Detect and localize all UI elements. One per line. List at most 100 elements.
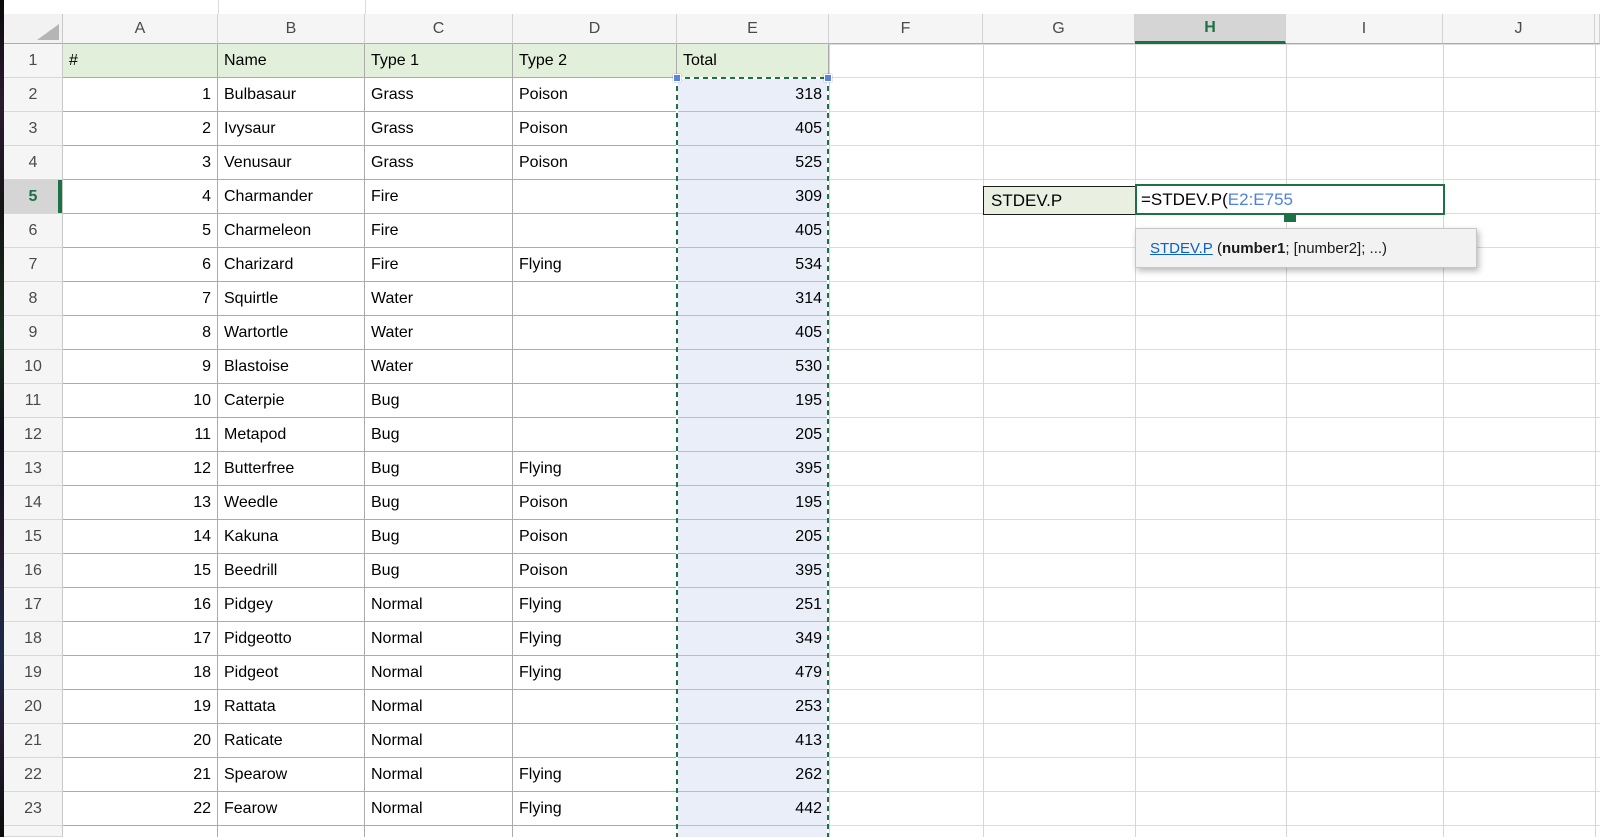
cell-B7[interactable]: Charizard [218, 248, 365, 282]
cell-D22[interactable]: Flying [513, 758, 677, 792]
column-header-D[interactable]: D [513, 14, 677, 44]
column-header-I[interactable]: I [1286, 14, 1443, 44]
function-help-link[interactable]: STDEV.P [1150, 240, 1213, 257]
row-header-6[interactable]: 6 [4, 214, 63, 248]
cell-D9[interactable] [513, 316, 677, 350]
cell-E22[interactable]: 262 [677, 758, 829, 792]
cell-E5[interactable]: 309 [677, 180, 829, 214]
column-header-A[interactable]: A [63, 14, 218, 44]
cell-A23[interactable]: 22 [63, 792, 218, 826]
cell-B18[interactable]: Pidgeotto [218, 622, 365, 656]
header-cell-name[interactable]: Name [218, 44, 365, 78]
row-header-17[interactable]: 17 [4, 588, 63, 622]
row-header-9[interactable]: 9 [4, 316, 63, 350]
cell-E20[interactable]: 253 [677, 690, 829, 724]
cell-C4[interactable]: Grass [365, 146, 513, 180]
cell-D3[interactable]: Poison [513, 112, 677, 146]
cell-C6[interactable]: Fire [365, 214, 513, 248]
cell-C7[interactable]: Fire [365, 248, 513, 282]
cell-C11[interactable]: Bug [365, 384, 513, 418]
cell-C2[interactable]: Grass [365, 78, 513, 112]
row-header-3[interactable]: 3 [4, 112, 63, 146]
cell-B9[interactable]: Wartortle [218, 316, 365, 350]
cell-A9[interactable]: 8 [63, 316, 218, 350]
cell-D6[interactable] [513, 214, 677, 248]
selection-handle-topright[interactable] [824, 74, 832, 82]
cell-D5[interactable] [513, 180, 677, 214]
cell-B4[interactable]: Venusaur [218, 146, 365, 180]
selection-handle-topleft[interactable] [673, 74, 681, 82]
cell-D23[interactable]: Flying [513, 792, 677, 826]
row-header-10[interactable]: 10 [4, 350, 63, 384]
cell-E12[interactable]: 205 [677, 418, 829, 452]
row-header-21[interactable]: 21 [4, 724, 63, 758]
cell-E7[interactable]: 534 [677, 248, 829, 282]
cell-C9[interactable]: Water [365, 316, 513, 350]
header-cell-type-1[interactable]: Type 1 [365, 44, 513, 78]
cell-B16[interactable]: Beedrill [218, 554, 365, 588]
row-header-22[interactable]: 22 [4, 758, 63, 792]
cell-D12[interactable] [513, 418, 677, 452]
cell-D7[interactable]: Flying [513, 248, 677, 282]
cell-B11[interactable]: Caterpie [218, 384, 365, 418]
cell-C13[interactable]: Bug [365, 452, 513, 486]
cell-D13[interactable]: Flying [513, 452, 677, 486]
header-cell-#[interactable]: # [63, 44, 218, 78]
row-header-1[interactable]: 1 [4, 44, 63, 78]
cell-D15[interactable]: Poison [513, 520, 677, 554]
cell-B14[interactable]: Weedle [218, 486, 365, 520]
cell-D11[interactable] [513, 384, 677, 418]
column-header-J[interactable]: J [1443, 14, 1595, 44]
cell-A12[interactable]: 11 [63, 418, 218, 452]
cell-A7[interactable]: 6 [63, 248, 218, 282]
cell-D4[interactable]: Poison [513, 146, 677, 180]
cell-A20[interactable]: 19 [63, 690, 218, 724]
row-header-5[interactable]: 5 [4, 180, 63, 214]
cell-A10[interactable]: 9 [63, 350, 218, 384]
column-header-E[interactable]: E [677, 14, 829, 44]
cell-A2[interactable]: 1 [63, 78, 218, 112]
cell-D21[interactable] [513, 724, 677, 758]
row-header-13[interactable]: 13 [4, 452, 63, 486]
cell-E19[interactable]: 479 [677, 656, 829, 690]
cell-B3[interactable]: Ivysaur [218, 112, 365, 146]
cell-B2[interactable]: Bulbasaur [218, 78, 365, 112]
row-header-4[interactable]: 4 [4, 146, 63, 180]
cell-C21[interactable]: Normal [365, 724, 513, 758]
cell-C23[interactable]: Normal [365, 792, 513, 826]
cell-E6[interactable]: 405 [677, 214, 829, 248]
cell-C10[interactable]: Water [365, 350, 513, 384]
cell-B21[interactable]: Raticate [218, 724, 365, 758]
row-header-16[interactable]: 16 [4, 554, 63, 588]
header-cell-type-2[interactable]: Type 2 [513, 44, 677, 78]
cell-B12[interactable]: Metapod [218, 418, 365, 452]
cell-A21[interactable]: 20 [63, 724, 218, 758]
row-header-7[interactable]: 7 [4, 248, 63, 282]
cell-E2[interactable]: 318 [677, 78, 829, 112]
column-header-H[interactable]: H [1135, 14, 1286, 44]
cell-A13[interactable]: 12 [63, 452, 218, 486]
cell-C19[interactable]: Normal [365, 656, 513, 690]
row-header-11[interactable]: 11 [4, 384, 63, 418]
cell-B5[interactable]: Charmander [218, 180, 365, 214]
formula-edit-cell-h5[interactable]: =STDEV.P(E2:E755 [1135, 184, 1445, 215]
cell-B6[interactable]: Charmeleon [218, 214, 365, 248]
cell-C17[interactable]: Normal [365, 588, 513, 622]
cell-E10[interactable]: 530 [677, 350, 829, 384]
cell-A3[interactable]: 2 [63, 112, 218, 146]
cell-A4[interactable]: 3 [63, 146, 218, 180]
header-cell-total[interactable]: Total [677, 44, 829, 78]
cell-E17[interactable]: 251 [677, 588, 829, 622]
cell-A15[interactable]: 14 [63, 520, 218, 554]
cell-B8[interactable]: Squirtle [218, 282, 365, 316]
cell-D16[interactable]: Poison [513, 554, 677, 588]
cell-B20[interactable]: Rattata [218, 690, 365, 724]
cell-D20[interactable] [513, 690, 677, 724]
cell-A8[interactable]: 7 [63, 282, 218, 316]
cell-E9[interactable]: 405 [677, 316, 829, 350]
row-header-2[interactable]: 2 [4, 78, 63, 112]
cell-A11[interactable]: 10 [63, 384, 218, 418]
column-header-C[interactable]: C [365, 14, 513, 44]
cell-B23[interactable]: Fearow [218, 792, 365, 826]
cell-D14[interactable]: Poison [513, 486, 677, 520]
